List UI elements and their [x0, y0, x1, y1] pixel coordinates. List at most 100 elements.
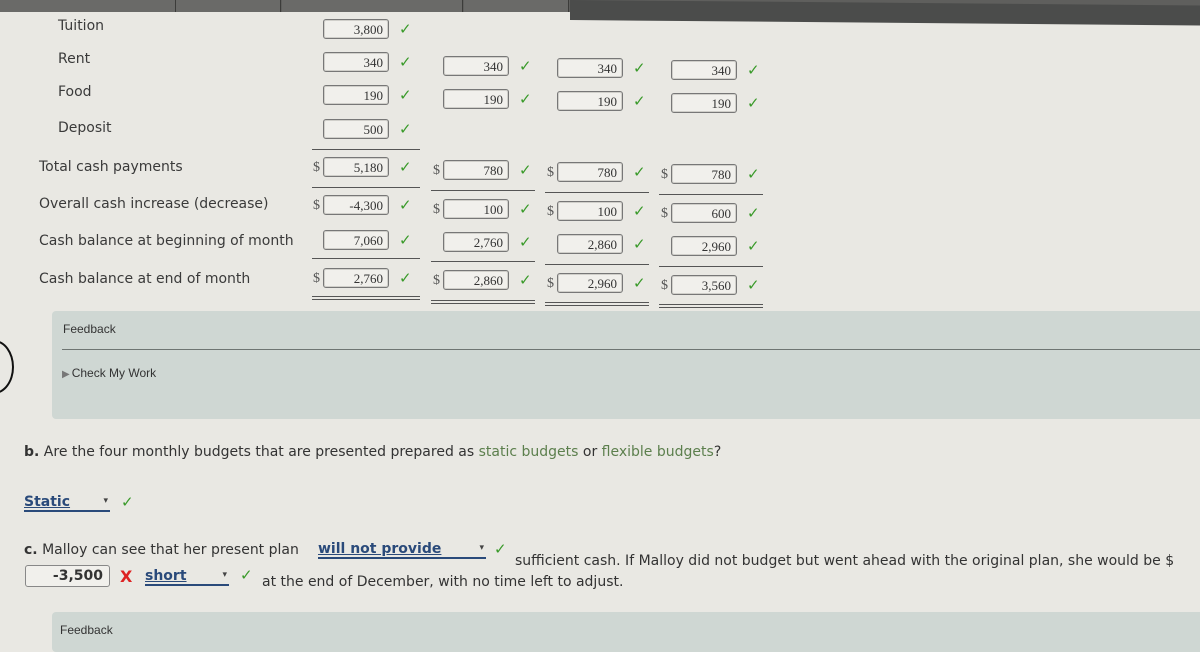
total-cash-payments-input-col2[interactable]: 780	[443, 160, 509, 180]
check-icon: ✓	[633, 235, 646, 253]
check-icon: ✓	[633, 59, 646, 77]
subtotal-line	[431, 261, 535, 262]
check-icon: ✓	[519, 200, 532, 218]
budget-type-select[interactable]: Static ▾	[24, 494, 110, 512]
feedback-title: Feedback	[60, 623, 113, 637]
check-icon: ✓	[519, 233, 532, 251]
rent-input-col4[interactable]: 340	[671, 60, 737, 80]
subtotal-line	[659, 266, 763, 267]
deposit-input-col1[interactable]: 500	[323, 119, 389, 139]
total-cash-payments-input-col3[interactable]: 780	[557, 162, 623, 182]
dropdown-arrow-icon: ▾	[103, 496, 108, 506]
tuition-input-col1[interactable]: 3,800	[323, 19, 389, 39]
question-c-prefix: c.	[24, 542, 38, 558]
total-double-line	[431, 300, 535, 304]
short-excess-select[interactable]: short ▾	[145, 568, 229, 586]
top-bar-dark	[570, 0, 1200, 26]
dollar-sign: $	[661, 167, 668, 182]
check-icon: ✓	[240, 566, 253, 584]
dollar-sign: $	[433, 202, 440, 217]
rent-input-col1[interactable]: 340	[323, 52, 389, 72]
cash-end-input-col2[interactable]: 2,860	[443, 270, 509, 290]
row-label-food: Food	[58, 84, 92, 100]
cash-begin-input-col1[interactable]: 7,060	[323, 230, 389, 250]
check-icon: ✓	[633, 274, 646, 292]
subtotal-line	[545, 192, 649, 193]
dropdown-arrow-icon: ▾	[222, 570, 227, 580]
dollar-sign: $	[433, 273, 440, 288]
check-icon: ✓	[747, 94, 760, 112]
food-input-col3[interactable]: 190	[557, 91, 623, 111]
food-input-col2[interactable]: 190	[443, 89, 509, 109]
check-icon: ✓	[633, 202, 646, 220]
cash-end-input-col4[interactable]: 3,560	[671, 275, 737, 295]
check-icon: ✓	[399, 269, 412, 287]
dollar-sign: $	[313, 160, 320, 175]
check-my-work-label: Check My Work	[71, 366, 157, 380]
subtotal-line	[312, 187, 420, 188]
dollar-sign: $	[313, 271, 320, 286]
dollar-sign: $	[547, 276, 554, 291]
check-icon: ✓	[519, 57, 532, 75]
check-icon: ✓	[399, 231, 412, 249]
rent-input-col3[interactable]: 340	[557, 58, 623, 78]
subtotal-line	[545, 264, 649, 265]
overall-cash-change-input-col4[interactable]: 600	[671, 203, 737, 223]
dollar-sign: $	[547, 165, 554, 180]
plan-sufficiency-select[interactable]: will not provide ▾	[318, 541, 486, 559]
check-icon: ✓	[747, 204, 760, 222]
rent-input-col2[interactable]: 340	[443, 56, 509, 76]
question-b-text: ?	[713, 444, 722, 460]
total-double-line	[659, 304, 763, 308]
cash-end-input-col1[interactable]: 2,760	[323, 268, 389, 288]
cash-begin-input-col4[interactable]: 2,960	[671, 236, 737, 256]
cash-begin-input-col2[interactable]: 2,760	[443, 232, 509, 252]
shortfall-amount-input[interactable]: -3,500	[25, 565, 110, 587]
dollar-sign: $	[547, 204, 554, 219]
total-cash-payments-input-col1[interactable]: 5,180	[323, 157, 389, 177]
row-label-cash-end: Cash balance at end of month	[39, 271, 251, 287]
subtotal-line	[659, 194, 763, 195]
dollar-sign: $	[313, 198, 320, 213]
glossary-link-static-budgets[interactable]: static budgets	[479, 444, 579, 460]
glossary-link-flexible-budgets[interactable]: flexible budgets	[602, 444, 714, 460]
dollar-sign: $	[661, 206, 668, 221]
total-cash-payments-input-col4[interactable]: 780	[671, 164, 737, 184]
overall-cash-change-input-col2[interactable]: 100	[443, 199, 509, 219]
check-my-work-toggle[interactable]: ▶ Check My Work	[62, 366, 156, 380]
dollar-sign: $	[661, 278, 668, 293]
plan-sufficiency-select-value: will not provide	[318, 541, 442, 557]
check-icon: ✓	[747, 237, 760, 255]
row-label-cash-begin: Cash balance at beginning of month	[39, 233, 294, 249]
row-label-deposit: Deposit	[58, 120, 112, 136]
top-tab	[282, 0, 463, 12]
food-input-col4[interactable]: 190	[671, 93, 737, 113]
question-b-prefix: b.	[24, 444, 40, 460]
check-icon: ✓	[747, 165, 760, 183]
overall-cash-change-input-col3[interactable]: 100	[557, 201, 623, 221]
incorrect-x-icon: X	[120, 567, 133, 586]
top-tab	[464, 0, 569, 12]
overall-cash-change-input-col1[interactable]: -4,300	[323, 195, 389, 215]
budget-type-select-value: Static	[24, 494, 71, 510]
cash-begin-input-col3[interactable]: 2,860	[557, 234, 623, 254]
check-icon: ✓	[633, 163, 646, 181]
check-icon: ✓	[121, 493, 134, 511]
check-icon: ✓	[747, 276, 760, 294]
row-label-tuition: Tuition	[58, 18, 105, 34]
short-excess-select-value: short	[145, 568, 187, 584]
check-icon: ✓	[519, 271, 532, 289]
feedback-panel-2: Feedback	[52, 612, 1200, 652]
check-icon: ✓	[399, 158, 412, 176]
cash-end-input-col3[interactable]: 2,960	[557, 273, 623, 293]
total-double-line	[545, 302, 649, 306]
row-label-overall-cash-change: Overall cash increase (decrease)	[39, 196, 269, 212]
check-icon: ✓	[519, 90, 532, 108]
top-tab	[0, 0, 176, 12]
top-bar	[0, 0, 1200, 26]
food-input-col1[interactable]: 190	[323, 85, 389, 105]
check-icon: ✓	[399, 53, 412, 71]
check-icon: ✓	[399, 196, 412, 214]
check-icon: ✓	[399, 86, 412, 104]
row-label-total-cash-payments: Total cash payments	[39, 159, 183, 175]
